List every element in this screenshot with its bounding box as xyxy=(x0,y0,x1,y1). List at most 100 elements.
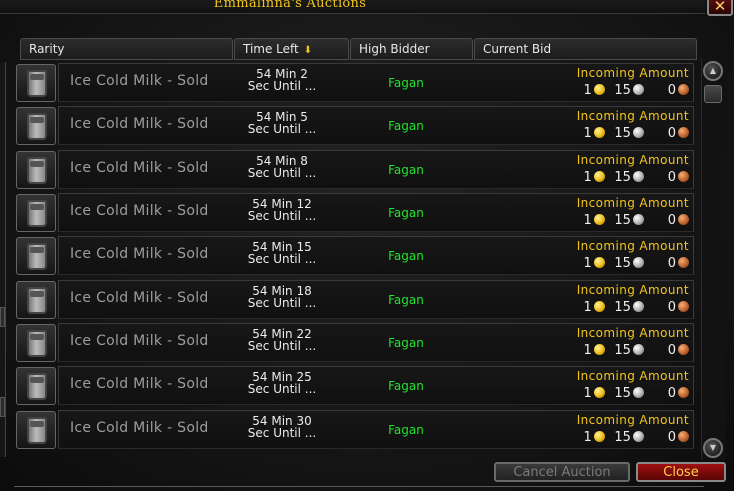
column-header-label: High Bidder xyxy=(359,42,430,56)
cancel-auction-button[interactable]: Cancel Auction xyxy=(494,462,630,482)
silver-coin-icon xyxy=(632,301,644,312)
bid-amount: 1 15 0 xyxy=(578,343,689,359)
column-header-time-left[interactable]: Time Left ⬇ xyxy=(234,38,349,60)
bid-amount: 1 15 0 xyxy=(578,170,689,186)
time-left-line2: Sec Until ... xyxy=(247,122,317,136)
item-icon-slot[interactable] xyxy=(16,324,56,362)
auction-row-body[interactable]: Ice Cold Milk - Sold 54 Min 15 Sec Until… xyxy=(58,236,694,275)
milk-glass-icon xyxy=(27,113,47,140)
edge-tab[interactable] xyxy=(0,397,5,417)
time-left: 54 Min 5 Sec Until ... xyxy=(227,111,337,135)
time-left-line2: Sec Until ... xyxy=(247,382,317,396)
copper-amount: 0 xyxy=(667,343,676,358)
scroll-down-icon[interactable]: ▼ xyxy=(703,438,723,458)
auction-row-body[interactable]: Ice Cold Milk - Sold 54 Min 12 Sec Until… xyxy=(58,193,694,232)
copper-amount: 0 xyxy=(667,300,676,315)
bid-label: Incoming Amount xyxy=(576,196,689,210)
auction-row-body[interactable]: Ice Cold Milk - Sold 54 Min 30 Sec Until… xyxy=(58,410,694,449)
gold-coin-icon xyxy=(593,301,605,312)
bid-label: Incoming Amount xyxy=(576,153,689,167)
silver-amount: 15 xyxy=(614,213,631,228)
auction-row-body[interactable]: Ice Cold Milk - Sold 54 Min 8 Sec Until … xyxy=(58,150,694,189)
time-left: 54 Min 30 Sec Until ... xyxy=(227,415,337,439)
bid-amount: 1 15 0 xyxy=(578,83,689,99)
gold-amount: 1 xyxy=(583,83,592,98)
item-icon-slot[interactable] xyxy=(16,107,56,145)
gold-amount: 1 xyxy=(583,126,592,141)
item-icon-slot[interactable] xyxy=(16,411,56,449)
copper-coin-icon xyxy=(678,84,689,95)
high-bidder: Fagan xyxy=(388,206,424,220)
bid-label: Incoming Amount xyxy=(576,283,689,297)
milk-glass-icon xyxy=(27,330,47,357)
gold-coin-icon xyxy=(593,387,605,398)
milk-glass-icon xyxy=(27,70,47,97)
bid-label: Incoming Amount xyxy=(576,413,689,427)
auction-row[interactable]: Ice Cold Milk - Sold 54 Min 18 Sec Until… xyxy=(16,279,694,320)
gold-coin-icon xyxy=(593,84,605,95)
auction-row[interactable]: Ice Cold Milk - Sold 54 Min 15 Sec Until… xyxy=(16,235,694,276)
item-icon-slot[interactable] xyxy=(16,281,56,319)
auction-row-body[interactable]: Ice Cold Milk - Sold 54 Min 25 Sec Until… xyxy=(58,366,694,405)
silver-amount: 15 xyxy=(614,256,631,271)
item-name: Ice Cold Milk - Sold xyxy=(70,420,209,436)
column-header-high-bidder[interactable]: High Bidder xyxy=(350,38,473,60)
gold-amount: 1 xyxy=(583,170,592,185)
item-name: Ice Cold Milk - Sold xyxy=(70,203,209,219)
auction-row-body[interactable]: Ice Cold Milk - Sold 54 Min 5 Sec Until … xyxy=(58,106,694,145)
high-bidder: Fagan xyxy=(388,336,424,350)
item-icon-slot[interactable] xyxy=(16,151,56,189)
milk-glass-icon xyxy=(27,287,47,314)
auction-row[interactable]: Ice Cold Milk - Sold 54 Min 22 Sec Until… xyxy=(16,322,694,363)
gold-amount: 1 xyxy=(583,430,592,445)
high-bidder: Fagan xyxy=(388,423,424,437)
copper-coin-icon xyxy=(678,431,689,442)
auction-row-body[interactable]: Ice Cold Milk - Sold 54 Min 2 Sec Until … xyxy=(58,63,694,102)
copper-coin-icon xyxy=(678,387,689,398)
copper-coin-icon xyxy=(678,171,689,182)
bid-label: Incoming Amount xyxy=(576,369,689,383)
gold-coin-icon xyxy=(593,257,605,268)
silver-amount: 15 xyxy=(614,300,631,315)
high-bidder: Fagan xyxy=(388,76,424,90)
auction-row[interactable]: Ice Cold Milk - Sold 54 Min 12 Sec Until… xyxy=(16,192,694,233)
gold-coin-icon xyxy=(593,431,605,442)
column-header-label: Rarity xyxy=(29,42,65,56)
item-name: Ice Cold Milk - Sold xyxy=(70,116,209,132)
left-edge-strip xyxy=(0,62,6,457)
auction-row-body[interactable]: Ice Cold Milk - Sold 54 Min 22 Sec Until… xyxy=(58,323,694,362)
gold-amount: 1 xyxy=(583,343,592,358)
window-title: Emmalinna's Auctions xyxy=(213,0,367,11)
scroll-up-icon[interactable]: ▲ xyxy=(703,61,723,81)
item-icon-slot[interactable] xyxy=(16,237,56,275)
bid-label: Incoming Amount xyxy=(576,109,689,123)
auction-row-body[interactable]: Ice Cold Milk - Sold 54 Min 18 Sec Until… xyxy=(58,280,694,319)
auction-row[interactable]: Ice Cold Milk - Sold 54 Min 30 Sec Until… xyxy=(16,409,694,450)
time-left-line2: Sec Until ... xyxy=(247,296,317,310)
column-header-rarity[interactable]: Rarity xyxy=(20,38,233,60)
gold-amount: 1 xyxy=(583,256,592,271)
scrollbar-track[interactable] xyxy=(701,58,725,460)
item-icon-slot[interactable] xyxy=(16,194,56,232)
time-left-line2: Sec Until ... xyxy=(247,252,317,266)
auction-row[interactable]: Ice Cold Milk - Sold 54 Min 2 Sec Until … xyxy=(16,62,694,103)
close-button[interactable]: Close xyxy=(636,462,726,482)
item-icon-slot[interactable] xyxy=(16,367,56,405)
gold-amount: 1 xyxy=(583,386,592,401)
edge-tab[interactable] xyxy=(0,307,5,327)
item-icon-slot[interactable] xyxy=(16,64,56,102)
high-bidder: Fagan xyxy=(388,119,424,133)
auction-row[interactable]: Ice Cold Milk - Sold 54 Min 25 Sec Until… xyxy=(16,365,694,406)
time-left: 54 Min 18 Sec Until ... xyxy=(227,285,337,309)
close-window-icon[interactable]: ✕ xyxy=(707,0,733,16)
silver-coin-icon xyxy=(632,127,644,138)
milk-glass-icon xyxy=(27,243,47,270)
auction-row[interactable]: Ice Cold Milk - Sold 54 Min 8 Sec Until … xyxy=(16,149,694,190)
silver-coin-icon xyxy=(632,431,644,442)
auction-row[interactable]: Ice Cold Milk - Sold 54 Min 5 Sec Until … xyxy=(16,105,694,146)
bid-label: Incoming Amount xyxy=(576,66,689,80)
scrollbar-thumb[interactable] xyxy=(704,85,722,103)
copper-amount: 0 xyxy=(667,126,676,141)
column-header-current-bid[interactable]: Current Bid xyxy=(474,38,697,60)
milk-glass-icon xyxy=(27,417,47,444)
